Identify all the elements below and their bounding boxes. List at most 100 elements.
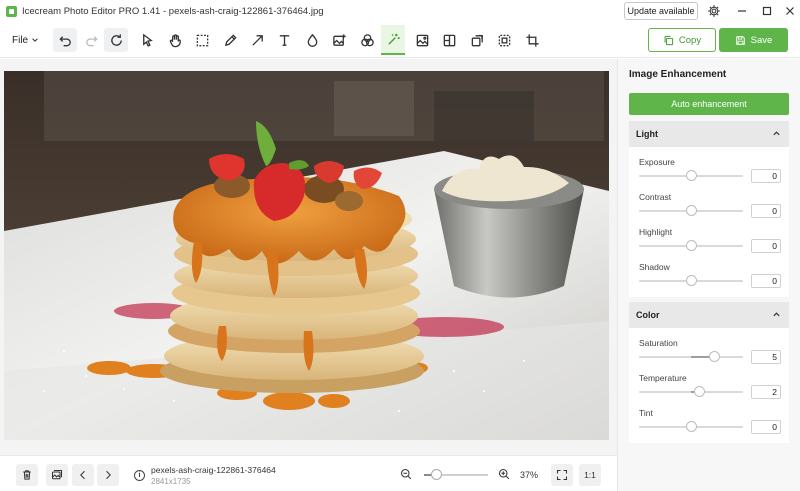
text-icon <box>279 34 289 46</box>
hand-icon <box>169 33 181 47</box>
exposure-value-input[interactable]: 0 <box>751 169 781 183</box>
copy-button[interactable]: Copy <box>648 28 716 52</box>
save-disk-icon <box>735 35 745 45</box>
temperature-slider-row: Temperature 2 <box>629 369 789 404</box>
zoom-slider-thumb[interactable] <box>431 469 443 480</box>
highlight-thumb[interactable] <box>685 240 697 251</box>
exposure-thumb[interactable] <box>685 170 697 181</box>
save-button[interactable]: Save <box>719 28 788 52</box>
light-section-label: Light <box>636 129 658 139</box>
marquee-select-icon <box>196 34 208 46</box>
hand-tool[interactable] <box>163 28 187 52</box>
tint-label: Tint <box>639 408 653 418</box>
app-logo-icon <box>6 5 17 17</box>
saturation-thumb[interactable] <box>709 351 721 362</box>
temperature-value-input[interactable]: 2 <box>751 385 781 399</box>
arrow-tool[interactable] <box>245 28 269 52</box>
image-dimensions: 2841x1735 <box>151 477 191 486</box>
tint-value-input[interactable]: 0 <box>751 420 781 434</box>
temperature-thumb[interactable] <box>693 386 705 397</box>
contrast-value-input[interactable]: 0 <box>751 204 781 218</box>
tint-slider-row: Tint 0 <box>629 404 789 439</box>
previous-image-button[interactable] <box>72 464 94 486</box>
panel-title: Image Enhancement <box>629 69 727 80</box>
zoom-out-icon[interactable] <box>400 468 412 480</box>
maximize-icon[interactable] <box>757 2 777 20</box>
blur-tool[interactable] <box>300 28 324 52</box>
contrast-thumb[interactable] <box>685 205 697 216</box>
saturation-slider-row: Saturation 5 <box>629 334 789 369</box>
color-filter-icon <box>360 33 374 46</box>
file-menu-label: File <box>12 34 29 46</box>
window-title: Icecream Photo Editor PRO 1.41 - pexels-… <box>22 5 324 17</box>
color-section-header[interactable]: Color <box>629 302 789 328</box>
color-section-body: Saturation 5 Temperature 2 Tint 0 <box>629 328 789 443</box>
copy-label: Copy <box>678 34 702 46</box>
crop-tool[interactable] <box>520 28 544 52</box>
exposure-slider-row: Exposure 0 <box>629 153 789 188</box>
cursor-arrow-icon <box>142 33 153 47</box>
actual-size-button[interactable]: 1:1 <box>579 464 601 486</box>
light-section-header[interactable]: Light <box>629 121 789 147</box>
fit-screen-icon <box>556 469 568 481</box>
undo-button[interactable] <box>53 28 77 52</box>
select-tool[interactable] <box>135 28 159 52</box>
magic-wand-icon <box>387 33 400 45</box>
highlight-value-input[interactable]: 0 <box>751 239 781 253</box>
crop-icon <box>525 33 539 47</box>
pancake-photo-image <box>4 71 609 440</box>
saturation-value-input[interactable]: 5 <box>751 350 781 364</box>
reset-icon <box>110 33 122 46</box>
image-enhancement-panel: Image Enhancement Auto enhancement Light… <box>617 59 800 491</box>
reset-button[interactable] <box>104 28 128 52</box>
canvas-area <box>0 59 617 455</box>
delete-button[interactable] <box>16 464 38 486</box>
zoom-in-icon[interactable] <box>498 468 510 480</box>
close-window-icon[interactable] <box>780 2 800 20</box>
pencil-tool[interactable] <box>218 28 242 52</box>
marquee-tool[interactable] <box>190 28 214 52</box>
redo-icon <box>85 35 98 46</box>
shadow-value-input[interactable]: 0 <box>751 274 781 288</box>
minimize-icon[interactable] <box>732 2 752 20</box>
auto-enhance-tool[interactable] <box>381 25 405 55</box>
gallery-button[interactable] <box>46 464 68 486</box>
zoom-percentage: 37% <box>520 470 539 480</box>
saturation-label: Saturation <box>639 338 678 348</box>
temperature-label: Temperature <box>639 373 687 383</box>
shadow-thumb[interactable] <box>685 275 697 286</box>
resize-tool[interactable] <box>465 28 489 52</box>
info-icon[interactable]: i <box>134 470 145 481</box>
contrast-slider-row: Contrast 0 <box>629 188 789 223</box>
fit-to-screen-button[interactable] <box>551 464 573 486</box>
grid-layout-icon <box>443 34 455 46</box>
arrow-diagonal-icon <box>251 34 263 46</box>
chevron-left-icon <box>80 470 85 480</box>
exposure-label: Exposure <box>639 157 675 167</box>
file-menu[interactable]: File <box>6 30 45 50</box>
image-frame-icon <box>416 34 428 46</box>
undo-icon <box>58 35 71 46</box>
light-section-body: Exposure 0 Contrast 0 Highlight 0 Shadow… <box>629 147 789 297</box>
droplet-icon <box>307 33 317 47</box>
auto-enhancement-button[interactable]: Auto enhancement <box>629 93 789 115</box>
shadow-label: Shadow <box>639 262 670 272</box>
scale-tool[interactable] <box>492 28 516 52</box>
toolbar: File Copy Save <box>0 22 800 58</box>
update-available-button[interactable]: Update available <box>624 2 698 20</box>
photo-canvas[interactable] <box>4 71 609 440</box>
chevron-up-icon <box>773 131 780 136</box>
add-image-tool[interactable] <box>327 28 351 52</box>
next-image-button[interactable] <box>97 464 119 486</box>
collage-tool[interactable] <box>437 28 461 52</box>
text-tool[interactable] <box>272 28 296 52</box>
trash-icon <box>23 470 31 480</box>
redo-button[interactable] <box>79 28 103 52</box>
scale-icon <box>498 34 510 46</box>
settings-gear-icon[interactable] <box>704 2 724 20</box>
image-adjust-tool[interactable] <box>410 28 434 52</box>
filters-tool[interactable] <box>355 28 379 52</box>
chevron-right-icon <box>106 470 111 480</box>
highlight-slider-row: Highlight 0 <box>629 223 789 258</box>
tint-thumb[interactable] <box>685 421 697 432</box>
